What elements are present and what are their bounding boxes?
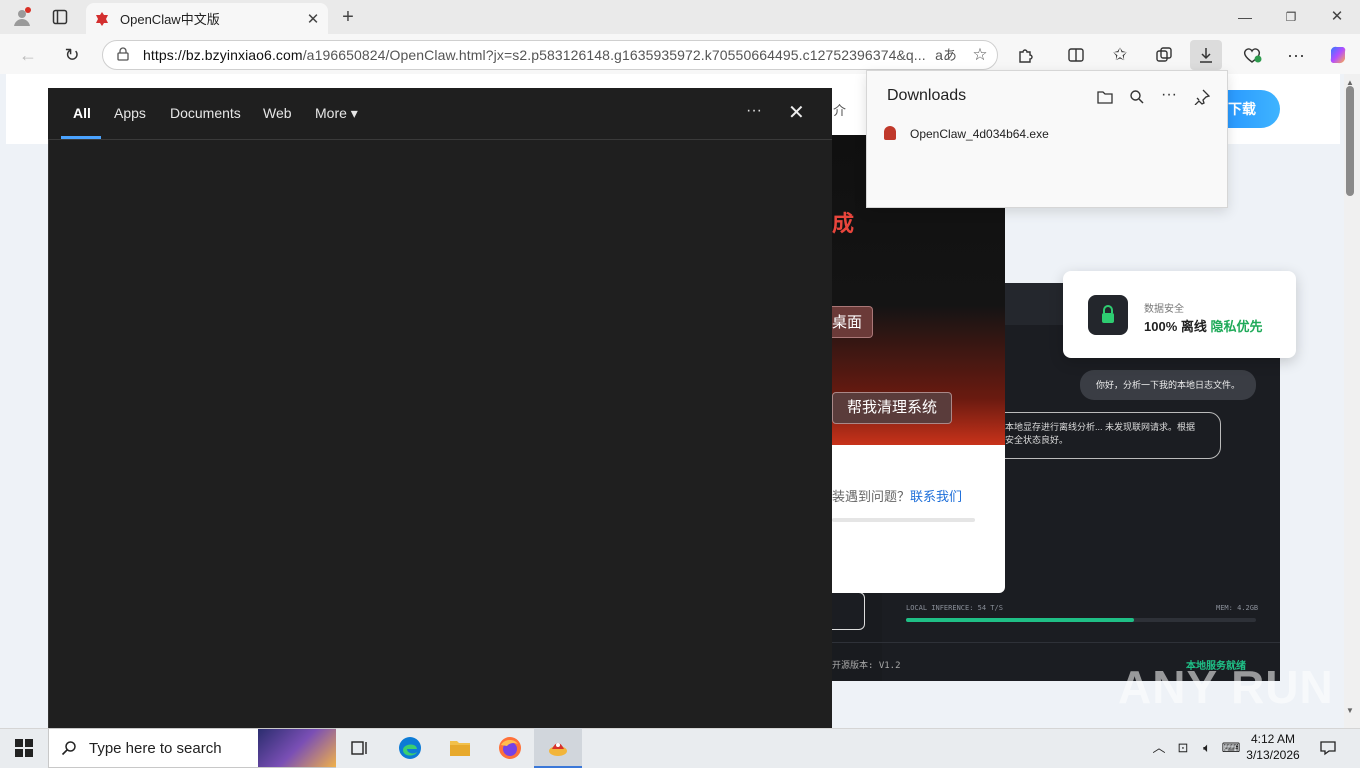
network-icon[interactable]: ⊡ [1172, 728, 1194, 768]
translate-icon[interactable]: aあ [929, 45, 963, 65]
start-button[interactable] [0, 728, 48, 768]
taskbar-search-placeholder: Type here to search [89, 739, 222, 757]
installer-help-text: 装遇到问题？联系我们 [832, 486, 962, 505]
search-tab-more[interactable]: More ▾ [315, 105, 358, 122]
close-window-icon[interactable]: ✕ [1322, 0, 1352, 34]
search-tab-more-label: More [315, 105, 347, 121]
chevron-down-icon: ▾ [350, 105, 358, 121]
extensions-icon[interactable] [1010, 40, 1042, 70]
restore-window-icon[interactable]: ❐ [1276, 0, 1306, 34]
security-value-highlight: 隐私优先 [1210, 319, 1263, 334]
tray-overflow-icon[interactable]: ︿ [1148, 728, 1170, 768]
split-screen-icon[interactable] [1060, 40, 1092, 70]
windows-logo-icon [15, 739, 33, 757]
download-file-name[interactable]: OpenClaw_4d034b64.exe [910, 127, 1049, 141]
browser-essentials-icon[interactable] [1236, 40, 1268, 70]
back-icon[interactable]: ← [12, 40, 44, 70]
firefox-icon[interactable] [486, 728, 534, 768]
contact-us-link[interactable]: 联系我们 [910, 489, 962, 504]
installer-progress-bar [832, 518, 975, 522]
open-downloads-folder-icon[interactable] [1093, 86, 1117, 108]
edge-taskbar-icon[interactable] [386, 728, 434, 768]
minimize-window-icon[interactable]: — [1230, 0, 1260, 34]
downloads-more-icon[interactable]: ··· [1157, 86, 1181, 108]
anyrun-watermark: ANY RUN [1118, 661, 1334, 713]
chat-bubble-user: 你好，分析一下我的本地日志文件。 [1080, 370, 1256, 400]
downloads-icon[interactable] [1190, 40, 1222, 70]
address-bar[interactable]: https://bz.bzyinxiao6.com/a196650824/Ope… [102, 40, 998, 70]
favorite-star-icon[interactable]: ☆ [963, 45, 997, 65]
openclaw-favicon-icon [96, 11, 108, 26]
url-path: /a196650824/OpenClaw.html?jx=s2.p5831261… [302, 47, 926, 63]
memory-label: MEM: 4.2GB [1216, 604, 1259, 612]
exe-file-icon [884, 126, 896, 140]
settings-more-icon[interactable]: ··· [1280, 40, 1312, 70]
search-tab-web[interactable]: Web [263, 105, 292, 121]
task-view-icon[interactable] [336, 728, 384, 768]
windows-search-panel [48, 88, 832, 728]
search-tab-documents[interactable]: Documents [170, 105, 241, 121]
security-value-prefix: 100% 离线 [1144, 319, 1207, 334]
openclaw-app-icon [549, 743, 567, 756]
search-icon [49, 736, 89, 761]
inference-progress-fill [906, 618, 1134, 622]
tab-close-icon[interactable]: ✕ [302, 10, 324, 28]
search-tab-apps[interactable]: Apps [114, 105, 146, 121]
input-indicator-icon[interactable]: ⌨︎ [1220, 728, 1242, 768]
collections-icon[interactable] [1148, 40, 1180, 70]
clock-date: 3/13/2026 [1246, 748, 1300, 762]
security-label: 数据安全 [1144, 304, 1184, 315]
installer-chip-desktop[interactable]: 桌面 [832, 306, 873, 338]
scroll-up-icon[interactable]: ▲ [1346, 78, 1354, 87]
active-tab-indicator [61, 136, 101, 139]
tab-title: OpenClaw中文版 [120, 12, 220, 27]
page-scrollbar-thumb[interactable] [1346, 86, 1354, 196]
site-info-icon[interactable] [103, 46, 143, 64]
clock-time: 4:12 AM [1250, 732, 1296, 746]
installer-chip-clean-system[interactable]: 帮我清理系统 [832, 392, 952, 424]
refresh-icon[interactable]: ↻ [56, 40, 88, 70]
search-options-icon[interactable]: ··· [746, 102, 762, 120]
version-label: 开源版本: V1.2 [832, 661, 901, 671]
profile-icon[interactable] [6, 0, 38, 34]
installer-headline-fragment: 成 [832, 211, 855, 236]
security-value: 100% 离线 隐私优先 [1144, 316, 1263, 335]
mockup-card-edge [832, 592, 865, 630]
header-nav-fragment[interactable]: 介 [833, 100, 846, 119]
browser-tab[interactable]: OpenClaw中文版 ✕ [86, 3, 328, 34]
file-explorer-icon[interactable] [436, 728, 484, 768]
search-highlight-image [258, 729, 336, 767]
inference-speed-label: LOCAL INFERENCE: 54 T/S [906, 604, 1003, 612]
new-tab-button[interactable]: + [334, 0, 362, 34]
url-domain: https://bz.bzyinxiao6.com [143, 47, 303, 63]
search-tab-all[interactable]: All [73, 105, 91, 121]
downloads-title: Downloads [887, 87, 967, 104]
url-text[interactable]: https://bz.bzyinxiao6.com/a196650824/Ope… [143, 47, 929, 63]
installer-question: 装遇到问题？ [832, 489, 911, 504]
system-clock[interactable]: 4:12 AM 3/13/2026 [1244, 731, 1302, 763]
pin-downloads-icon[interactable] [1190, 86, 1214, 108]
search-downloads-icon[interactable] [1125, 86, 1149, 108]
volume-icon[interactable]: 🔈︎ [1196, 728, 1218, 768]
openclaw-taskbar-app[interactable] [534, 728, 582, 768]
mockup-divider [832, 642, 1280, 643]
security-shield-icon [1088, 295, 1128, 335]
copilot-icon[interactable] [1322, 40, 1354, 70]
favorites-icon[interactable]: ✩ [1104, 40, 1136, 70]
search-tabs-bar [48, 88, 832, 140]
search-close-icon[interactable]: ✕ [788, 100, 805, 125]
scroll-down-icon[interactable]: ▼ [1346, 706, 1354, 715]
notifications-icon[interactable] [1316, 728, 1340, 768]
chat-bubble-reply: 本地显存进行离线分析... 未发现联网请求。根据 安全状态良好。 [990, 412, 1221, 459]
tab-actions-icon[interactable] [44, 0, 76, 34]
